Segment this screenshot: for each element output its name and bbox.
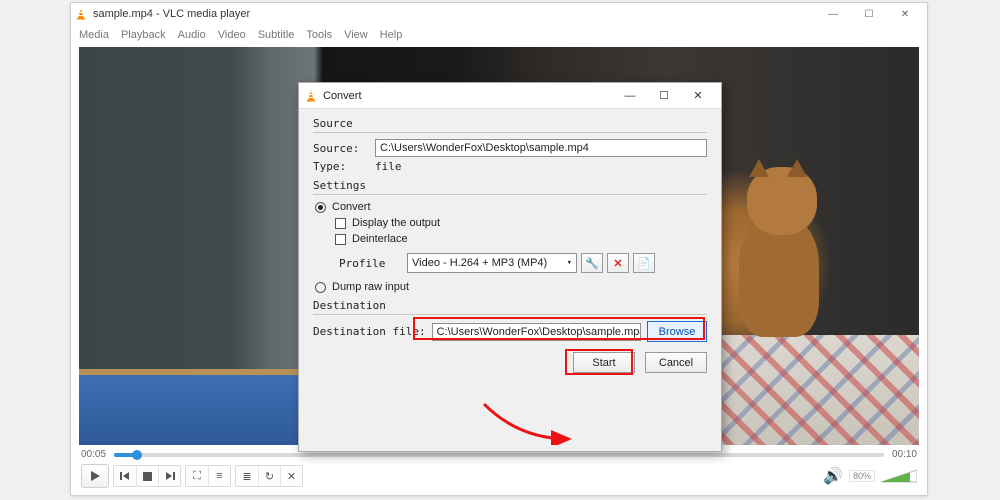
shuffle-button[interactable]: ✕ [280, 466, 302, 486]
checkbox-icon [335, 218, 346, 229]
wrench-icon: 🔧 [585, 257, 599, 270]
delete-x-icon: ✕ [613, 257, 622, 270]
destination-group: Destination Destination file: C:\Users\W… [313, 299, 707, 342]
start-button[interactable]: Start [573, 352, 635, 373]
speaker-icon[interactable]: 🔊 [823, 466, 843, 486]
minimize-button[interactable]: — [815, 3, 851, 25]
window-title: sample.mp4 - VLC media player [93, 8, 250, 20]
menubar: Media Playback Audio Video Subtitle Tool… [71, 25, 927, 45]
annotation-arrow [479, 399, 579, 445]
menu-media[interactable]: Media [79, 29, 109, 41]
new-profile-button[interactable]: 📄 [633, 253, 655, 273]
radio-icon [315, 202, 326, 213]
menu-subtitle[interactable]: Subtitle [258, 29, 295, 41]
cancel-button[interactable]: Cancel [645, 352, 707, 373]
controls-bar: ⛶ ≡ ≣ ↻ ✕ 🔊 80% [71, 460, 927, 492]
destination-label: Destination file: [313, 325, 426, 338]
menu-help[interactable]: Help [380, 29, 403, 41]
settings-group-label: Settings [313, 179, 707, 192]
convert-radio[interactable]: Convert [315, 201, 707, 213]
radio-icon [315, 282, 326, 293]
dialog-title: Convert [323, 90, 362, 102]
volume-slider[interactable] [881, 469, 917, 483]
main-titlebar: sample.mp4 - VLC media player — ☐ ✕ [71, 3, 927, 25]
browse-button[interactable]: Browse [647, 321, 707, 342]
source-group-label: Source [313, 117, 707, 130]
menu-audio[interactable]: Audio [178, 29, 206, 41]
playlist-button[interactable]: ≣ [236, 466, 258, 486]
settings-group: Settings Convert Display the output Dein… [313, 179, 707, 293]
source-field[interactable]: C:\Users\WonderFox\Desktop\sample.mp4 [375, 139, 707, 157]
type-label: Type: [313, 160, 369, 173]
time-elapsed: 00:05 [81, 449, 106, 460]
stop-button[interactable] [136, 466, 158, 486]
checkbox-icon [335, 234, 346, 245]
dump-raw-radio[interactable]: Dump raw input [315, 281, 707, 293]
edit-profile-button[interactable]: 🔧 [581, 253, 603, 273]
profile-combobox[interactable]: Video - H.264 + MP3 (MP4) [407, 253, 577, 273]
dialog-minimize-button[interactable]: — [613, 84, 647, 108]
type-value: file [375, 160, 402, 173]
dialog-maximize-button[interactable]: ☐ [647, 84, 681, 108]
menu-video[interactable]: Video [218, 29, 246, 41]
volume-percent: 80% [849, 470, 875, 482]
source-group: Source Source: C:\Users\WonderFox\Deskto… [313, 117, 707, 173]
deinterlace-checkbox[interactable]: Deinterlace [335, 233, 707, 245]
loop-button[interactable]: ↻ [258, 466, 280, 486]
menu-tools[interactable]: Tools [306, 29, 332, 41]
time-total: 00:10 [892, 449, 917, 460]
extended-settings-button[interactable]: ≡ [208, 466, 230, 486]
menu-view[interactable]: View [344, 29, 368, 41]
vlc-cone-icon [75, 8, 87, 20]
display-output-checkbox[interactable]: Display the output [335, 217, 707, 229]
next-button[interactable] [158, 466, 180, 486]
dialog-titlebar: Convert — ☐ ✕ [299, 83, 721, 109]
new-profile-icon: 📄 [637, 257, 651, 270]
dialog-close-button[interactable]: ✕ [681, 84, 715, 108]
source-label: Source: [313, 142, 369, 155]
convert-dialog: Convert — ☐ ✕ Source Source: C:\Users\Wo… [298, 82, 722, 452]
profile-label: Profile [339, 257, 403, 270]
menu-playback[interactable]: Playback [121, 29, 166, 41]
destination-group-label: Destination [313, 299, 707, 312]
destination-field[interactable]: C:\Users\WonderFox\Desktop\sample.mp4 [432, 323, 641, 341]
prev-button[interactable] [114, 466, 136, 486]
fullscreen-button[interactable]: ⛶ [186, 466, 208, 486]
play-button[interactable] [81, 464, 109, 488]
delete-profile-button[interactable]: ✕ [607, 253, 629, 273]
close-button[interactable]: ✕ [887, 3, 923, 25]
maximize-button[interactable]: ☐ [851, 3, 887, 25]
video-content [739, 167, 849, 337]
vlc-cone-icon [305, 90, 317, 102]
